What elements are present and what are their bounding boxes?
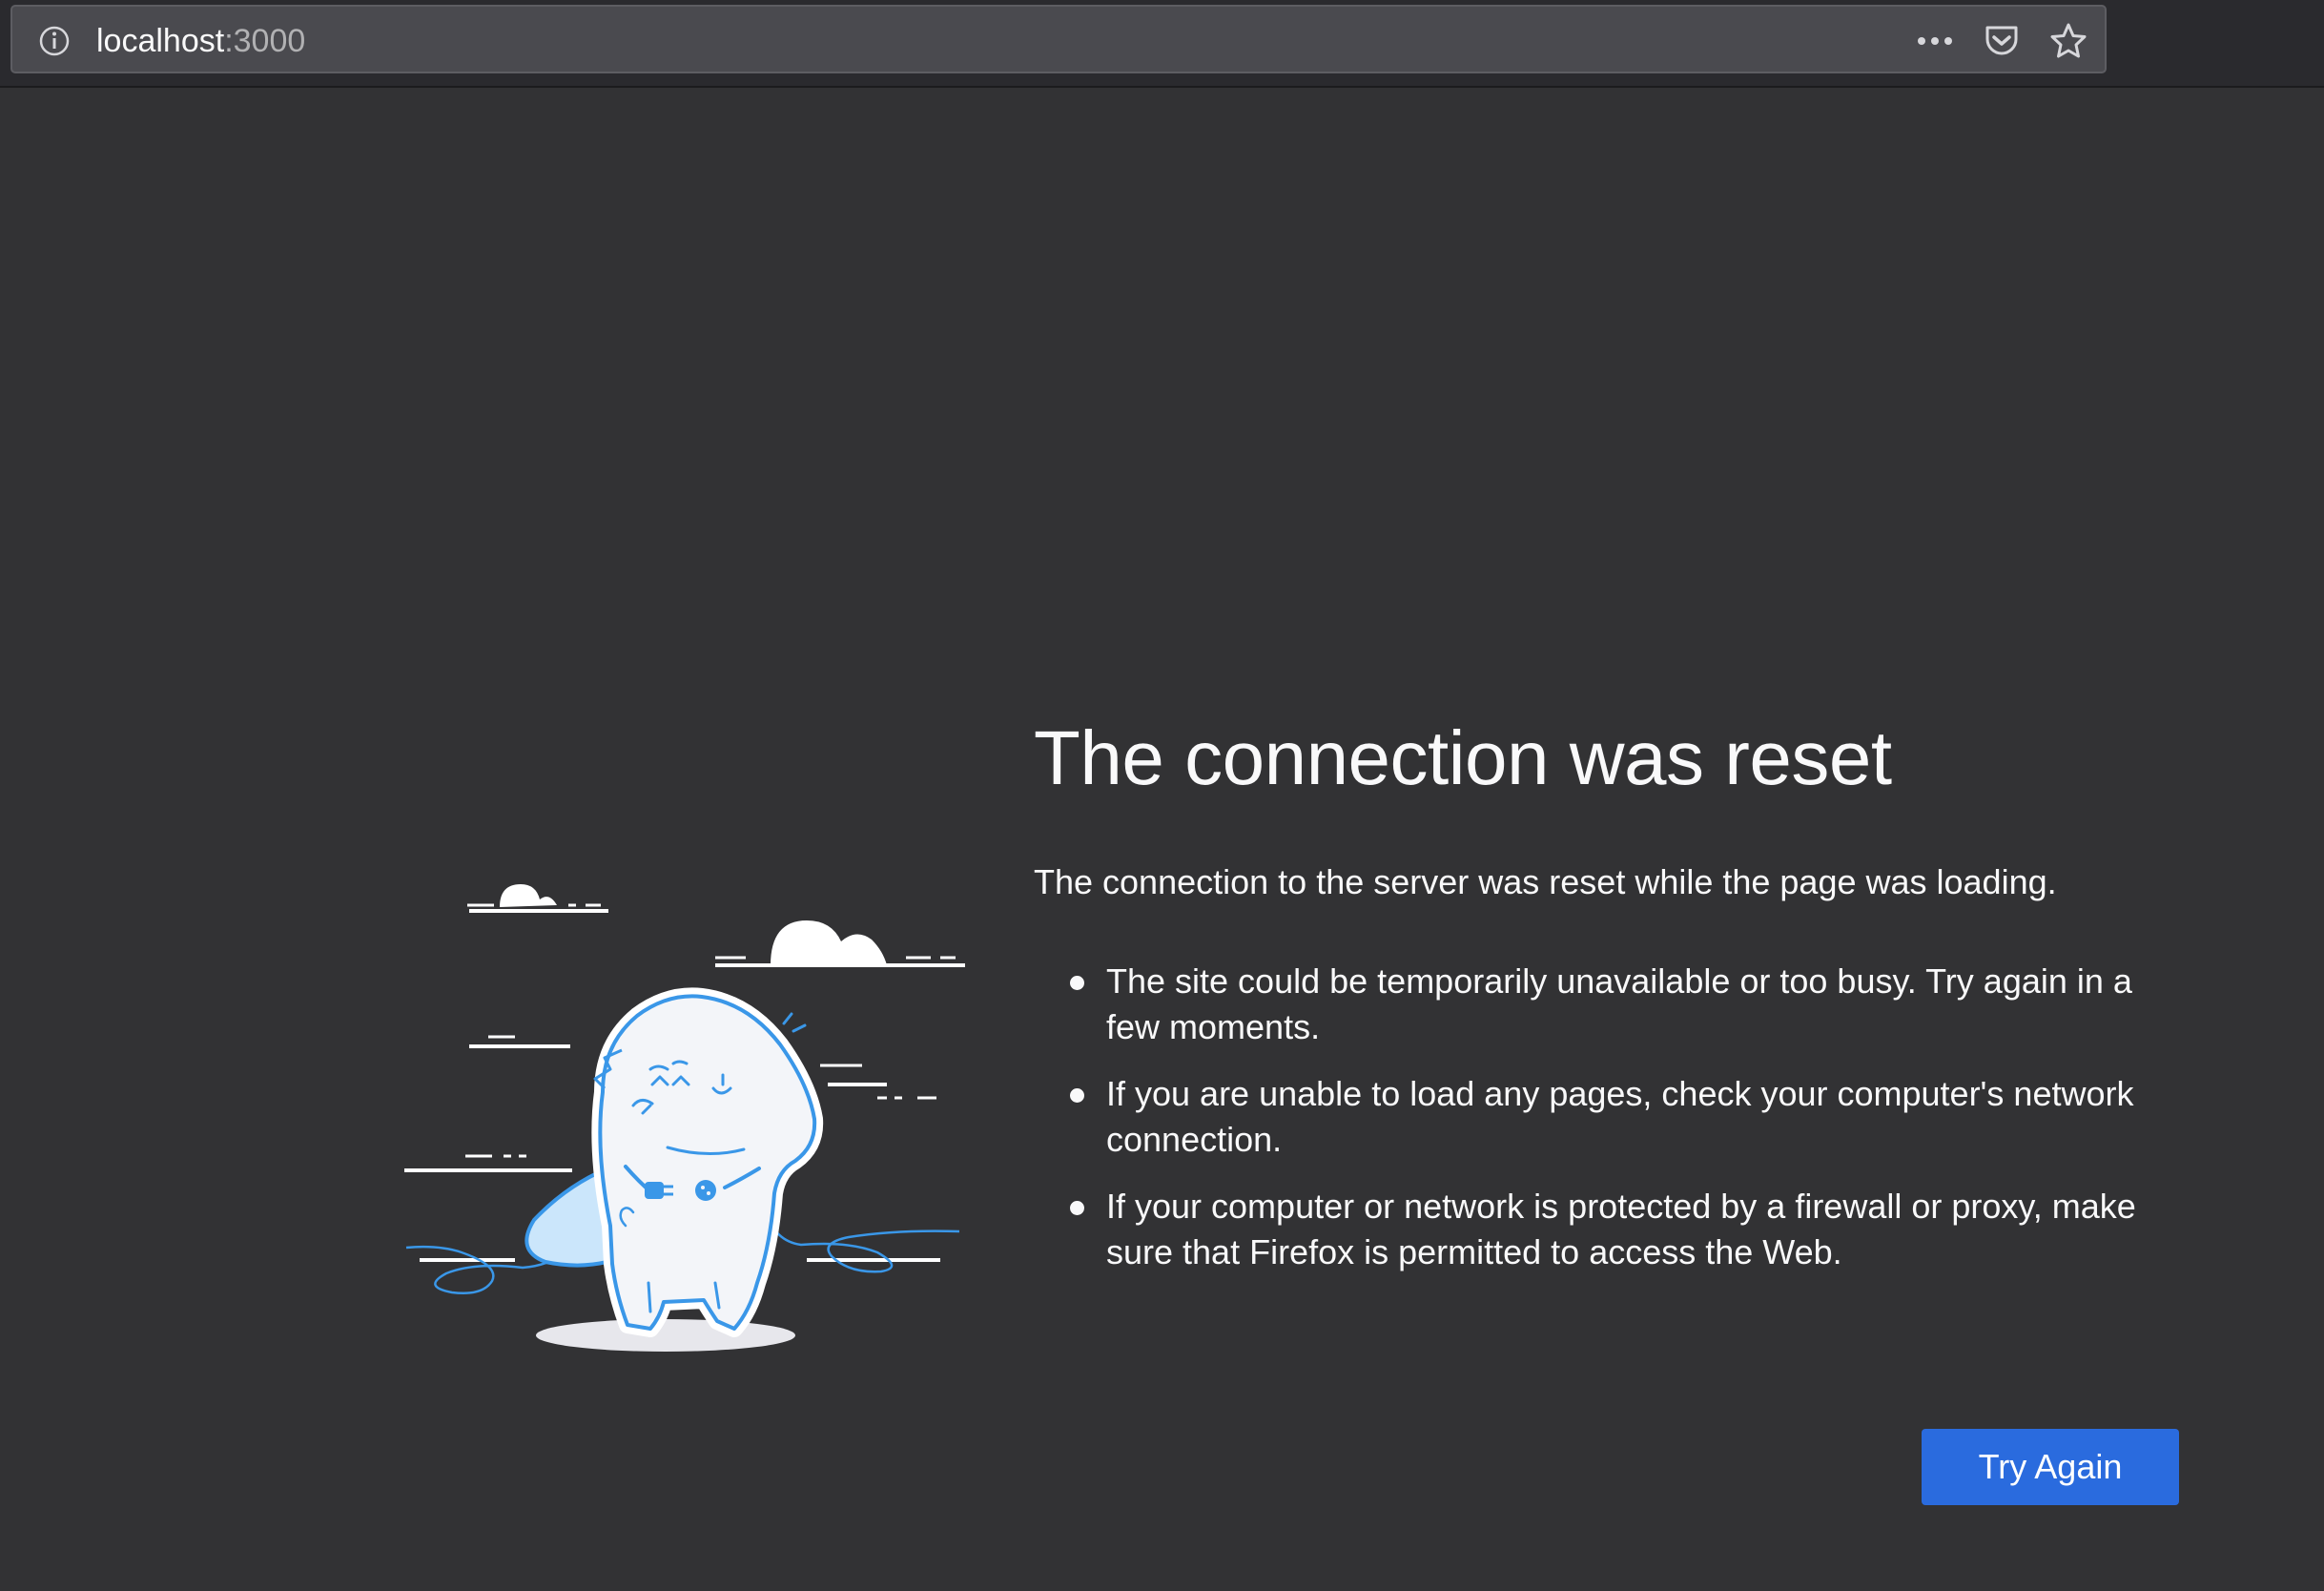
error-title: The connection was reset	[1034, 715, 1892, 800]
url-text[interactable]: localhost:3000	[96, 20, 305, 62]
url-bar[interactable]: localhost:3000	[10, 5, 2107, 73]
page-actions	[1891, 18, 2091, 64]
error-text-container: The connection was reset The connection …	[1034, 706, 2188, 1296]
suggestion-text: If you are unable to load any pages, che…	[1106, 1074, 2134, 1159]
url-host: localhost	[96, 23, 225, 59]
url-port: :3000	[224, 23, 306, 59]
info-icon[interactable]	[37, 24, 72, 58]
try-again-button[interactable]: Try Again	[1922, 1429, 2179, 1505]
unplugged-dino-illustration	[401, 863, 973, 1364]
bullet-icon	[1070, 1201, 1084, 1215]
suggestion-text: If your computer or network is protected…	[1106, 1187, 2136, 1271]
ellipsis-icon[interactable]	[1912, 18, 1958, 64]
suggestion-item: The site could be temporarily unavailabl…	[1070, 959, 2188, 1050]
pocket-icon[interactable]	[1979, 18, 2025, 64]
suggestion-item: If your computer or network is protected…	[1070, 1184, 2188, 1275]
error-description: The connection to the server was reset w…	[1034, 862, 2057, 901]
suggestion-text: The site could be temporarily unavailabl…	[1106, 961, 2132, 1046]
suggestion-item: If you are unable to load any pages, che…	[1070, 1071, 2188, 1163]
error-suggestions-list: The site could be temporarily unavailabl…	[1034, 959, 2188, 1275]
bullet-icon	[1070, 1088, 1084, 1103]
bullet-icon	[1070, 976, 1084, 990]
browser-toolbar: localhost:3000	[0, 0, 2324, 88]
star-icon[interactable]	[2046, 18, 2091, 64]
